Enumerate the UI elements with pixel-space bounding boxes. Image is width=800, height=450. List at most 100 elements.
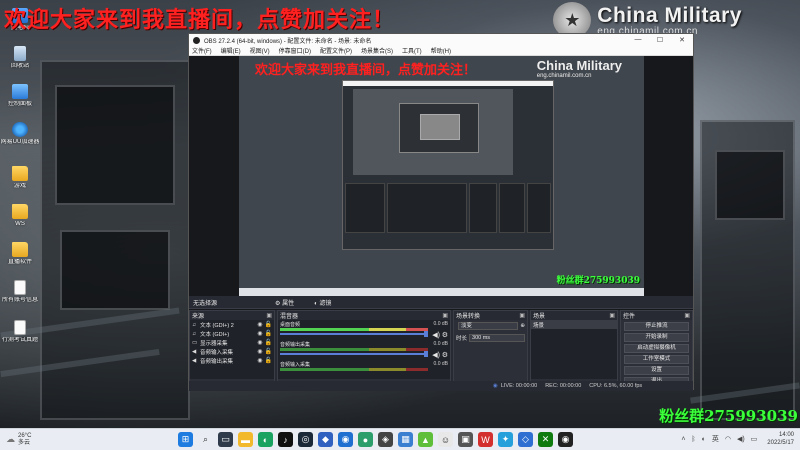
- wallpaper-window: [55, 85, 175, 205]
- menu-profile[interactable]: 配置文件(P): [320, 46, 352, 55]
- obs-window: OBS 27.2.4 (64-bit, windows) - 配置文件: 未命名…: [188, 33, 694, 391]
- menu-tools[interactable]: 工具(T): [402, 46, 422, 55]
- start-virtual-camera-button[interactable]: 启动虚拟摄像机: [624, 344, 689, 353]
- chevron-up-icon[interactable]: ˄: [681, 436, 685, 443]
- app-icon[interactable]: ▣: [458, 432, 473, 447]
- menu-help[interactable]: 帮助(H): [431, 46, 451, 55]
- app-icon[interactable]: ▲: [418, 432, 433, 447]
- start-recording-button[interactable]: 开始录制: [624, 333, 689, 342]
- cpu-status: CPU: 6.5%, 60.00 fps: [589, 383, 643, 389]
- browser-icon[interactable]: ◉: [338, 432, 353, 447]
- dock-float-icon[interactable]: ▣: [442, 312, 448, 319]
- search-icon[interactable]: ⌕: [198, 432, 213, 447]
- menu-view[interactable]: 视图(V): [250, 46, 270, 55]
- steam-icon[interactable]: ◎: [298, 432, 313, 447]
- source-item[interactable]: ◀ 音频输出采集 ◉ 🔓: [190, 356, 274, 365]
- menu-docks[interactable]: 停靠窗口(D): [279, 46, 311, 55]
- dock-float-icon[interactable]: ▣: [266, 312, 272, 319]
- volume-slider[interactable]: [280, 331, 428, 337]
- edge-icon[interactable]: ◐: [258, 432, 273, 447]
- preview-banner: 欢迎大家来到我直播间，点赞加关注！: [255, 63, 477, 78]
- volume-slider[interactable]: [280, 351, 428, 357]
- desktop-icon-recycle-bin[interactable]: 回收站: [0, 44, 40, 82]
- studio-mode-button[interactable]: 工作室模式: [624, 355, 689, 364]
- desktop-icon-ws[interactable]: WS: [0, 202, 40, 240]
- source-item[interactable]: ◀ 音频输入采集 ◉ 🔓: [190, 347, 274, 356]
- app-icon[interactable]: ◇: [518, 432, 533, 447]
- app-icon[interactable]: ▦: [398, 432, 413, 447]
- dock-float-icon[interactable]: ▣: [684, 312, 690, 319]
- task-view-icon[interactable]: ▭: [218, 432, 233, 447]
- battery-icon[interactable]: ▭: [751, 435, 758, 443]
- app-icon[interactable]: ◈: [378, 432, 393, 447]
- file-explorer-icon[interactable]: ▬: [238, 432, 253, 447]
- speaker-icon[interactable]: ◀): [737, 435, 745, 443]
- qq-icon[interactable]: ☺: [438, 432, 453, 447]
- tiktok-icon[interactable]: ♪: [278, 432, 293, 447]
- eye-icon[interactable]: ◉: [257, 348, 262, 355]
- maximize-button[interactable]: ☐: [649, 36, 671, 44]
- channel-db: 0.0 dB: [433, 341, 448, 347]
- menu-scene-collection[interactable]: 场景集合(S): [361, 46, 393, 55]
- settings-button[interactable]: 设置: [624, 366, 689, 375]
- menu-edit[interactable]: 编辑(E): [221, 46, 241, 55]
- wps-icon[interactable]: W: [478, 432, 493, 447]
- tray-app-icon[interactable]: ◐: [702, 436, 706, 443]
- lock-icon[interactable]: 🔓: [265, 357, 272, 364]
- ime-indicator[interactable]: 英: [712, 434, 719, 444]
- desktop-icon-accounts[interactable]: 所有账号信息: [0, 278, 40, 318]
- close-button[interactable]: ✕: [671, 36, 693, 44]
- eye-icon[interactable]: ◉: [257, 330, 262, 337]
- transition-type-select[interactable]: 淡变: [458, 322, 519, 330]
- desktop-icon-games[interactable]: 游戏: [0, 164, 40, 202]
- gear-icon[interactable]: ⚙: [442, 351, 448, 359]
- source-item[interactable]: ♫ 文本 (GDI+) 2 ◉ 🔓: [190, 320, 274, 329]
- nested-docks: [343, 179, 553, 239]
- text-source-icon: ♫: [192, 330, 197, 337]
- scene-item[interactable]: 场景: [531, 320, 617, 329]
- eye-icon[interactable]: ◉: [257, 321, 262, 328]
- add-icon[interactable]: ⊕: [520, 323, 525, 329]
- menu-file[interactable]: 文件(F): [192, 46, 212, 55]
- start-icon[interactable]: ⊞: [178, 432, 193, 447]
- obs-taskbar-icon[interactable]: ◉: [558, 432, 573, 447]
- nested-preview-deeper: [420, 114, 460, 140]
- weather-widget[interactable]: ☁ 26°C 多云: [6, 433, 66, 447]
- clock[interactable]: 14:00 2022/5/17: [767, 431, 794, 447]
- xbox-icon[interactable]: ✕: [538, 432, 553, 447]
- scenes-title: 场景: [533, 314, 546, 320]
- desktop-icon-exam[interactable]: 行测考试真题: [0, 318, 40, 356]
- stop-streaming-button[interactable]: 停止推流: [624, 322, 689, 331]
- slider-knob[interactable]: [424, 331, 428, 337]
- speaker-icon[interactable]: ◀): [432, 331, 440, 339]
- eye-icon[interactable]: ◉: [257, 339, 262, 346]
- app-icon[interactable]: ◆: [318, 432, 333, 447]
- properties-button[interactable]: ⚙ 属性: [275, 298, 304, 307]
- eye-icon[interactable]: ◉: [257, 357, 262, 364]
- minimize-button[interactable]: —: [627, 36, 649, 44]
- desktop-icon-live-software[interactable]: 直播软件: [0, 240, 40, 278]
- filters-button[interactable]: ◐ 滤镜: [314, 298, 341, 307]
- desktop-icon-control-panel[interactable]: 控制面板: [0, 82, 40, 120]
- app-icon[interactable]: ●: [358, 432, 373, 447]
- gear-icon[interactable]: ⚙: [442, 331, 448, 339]
- lock-icon[interactable]: 🔓: [265, 321, 272, 328]
- wifi-icon[interactable]: ◠: [725, 435, 731, 443]
- preview-canvas[interactable]: 欢迎大家来到我直播间，点赞加关注！ China Military eng.chi…: [239, 56, 644, 296]
- bluetooth-icon[interactable]: ᛒ: [691, 436, 695, 443]
- obs-preview-area[interactable]: 欢迎大家来到我直播间，点赞加关注！ China Military eng.chi…: [189, 56, 693, 310]
- app-icon[interactable]: ✦: [498, 432, 513, 447]
- source-item[interactable]: ▭ 显示器采集 ◉ 🔓: [190, 338, 274, 347]
- lock-icon[interactable]: 🔓: [265, 339, 272, 346]
- slider-knob[interactable]: [424, 351, 428, 357]
- dock-float-icon[interactable]: ▣: [519, 312, 525, 319]
- lock-icon[interactable]: 🔓: [265, 330, 272, 337]
- duration-input[interactable]: 300 ms: [469, 334, 525, 342]
- speaker-icon[interactable]: ◀): [432, 351, 440, 359]
- desktop-icons: 此电脑 回收站 控制面板 网易UU加速器 游戏 WS 直播软件 所有账号信息 行…: [0, 6, 40, 356]
- desktop-icon-network[interactable]: 网易UU加速器: [0, 120, 40, 164]
- source-item[interactable]: ♫ 文本 (GDI+) ◉ 🔓: [190, 329, 274, 338]
- lock-icon[interactable]: 🔓: [265, 348, 272, 355]
- dock-float-icon[interactable]: ▣: [609, 312, 615, 319]
- obs-title-bar[interactable]: OBS 27.2.4 (64-bit, windows) - 配置文件: 未命名…: [189, 34, 693, 46]
